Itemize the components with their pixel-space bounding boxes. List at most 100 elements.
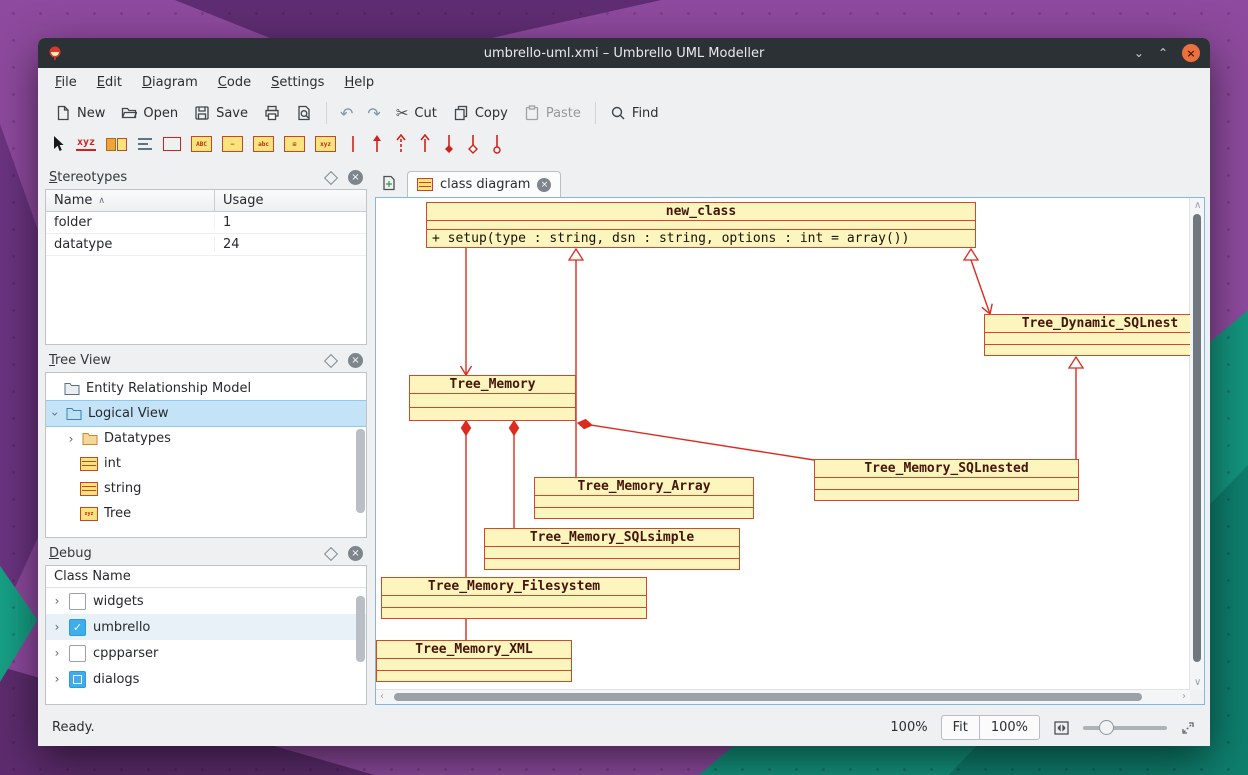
debug-item-umbrello[interactable]: › ✓ umbrello [46,614,366,640]
tool-aggregation-icon[interactable] [466,133,480,155]
tool-association-icon[interactable] [346,134,360,154]
tree-item-entity-relationship-model[interactable]: Entity Relationship Model [46,376,366,401]
zoom-slider[interactable] [1083,726,1167,730]
horizontal-scrollbar-thumb[interactable] [394,693,1142,701]
vertical-scrollbar[interactable]: ∧ ∨ [1189,198,1204,690]
relation-Tree_Memory_Array-to-new_class[interactable] [569,249,583,477]
tool-dependency-icon[interactable] [394,134,408,154]
minimize-icon[interactable]: ⌄ [1134,47,1144,59]
menu-edit[interactable]: Edit [88,72,131,93]
scroll-down-icon[interactable]: ∨ [1194,677,1201,688]
tool-anchor-icon[interactable] [490,133,504,155]
titlebar[interactable]: umbrello-uml.xmi – Umbrello UML Modeller… [38,38,1210,68]
tool-align-icon[interactable] [137,137,153,151]
relation-Tree_Memory-to-Tree_Memory_SQLnested[interactable] [578,420,814,460]
column-header-usage[interactable]: Usage [215,190,366,211]
tool-text-icon[interactable]: xyz [76,137,96,151]
chevron-collapsed-icon[interactable]: › [52,594,62,608]
print-button[interactable] [257,99,287,127]
tool-entity-icon[interactable]: ⊞ [284,136,305,152]
menu-code[interactable]: Code [209,72,260,93]
table-row[interactable]: datatype 24 [46,234,366,256]
scroll-left-icon[interactable]: ‹ [380,691,384,702]
column-header-name[interactable]: Name ∧ [46,190,215,211]
debug-item-widgets[interactable]: › widgets [46,588,366,614]
diagram-canvas[interactable]: new_class+ setup(type : string, dsn : st… [376,198,1190,690]
tool-class-icon[interactable]: ABC [191,136,212,152]
tool-generalization-icon[interactable] [418,134,432,154]
fit-button[interactable]: Fit [942,716,979,739]
tree-item-logical-view[interactable]: › Logical View [46,401,366,426]
menu-file[interactable]: File [46,72,86,93]
uml-class-Tree_Memory_Array[interactable]: Tree_Memory_Array [534,477,754,519]
tool-datatype-icon[interactable]: ― [222,136,243,152]
new-tab-button[interactable] [377,171,401,195]
maximize-icon[interactable]: ⌃ [1158,47,1168,59]
checkbox-partial[interactable] [69,671,86,688]
menu-help[interactable]: Help [335,72,383,93]
float-dock-icon[interactable] [324,170,338,184]
tool-uni-association-icon[interactable] [370,134,384,154]
debug-item-dialogs[interactable]: › dialogs [46,666,366,692]
vertical-scrollbar-thumb[interactable] [1193,214,1201,662]
debug-item-cppparser[interactable]: › cppparser [46,640,366,666]
expand-icon[interactable] [1180,720,1196,736]
chevron-expanded-icon[interactable]: › [48,409,62,419]
close-icon[interactable]: × [1182,44,1200,62]
close-dock-icon[interactable]: × [348,353,363,368]
debug-scrollbar-thumb[interactable] [356,596,365,662]
relation-Tree_Memory_SQLnested-to-Tree_Dynamic_SQLnest[interactable] [1069,357,1083,459]
scroll-up-icon[interactable]: ∧ [1194,200,1201,211]
uml-class-Tree_Memory_XML[interactable]: Tree_Memory_XML [376,640,572,682]
tab-close-icon[interactable]: × [537,178,551,192]
relation-new_class-to-Tree_Dynamic_SQLnest[interactable] [964,249,992,314]
tool-composition-icon[interactable] [442,133,456,155]
tool-category-icon[interactable]: xyz [315,136,336,152]
cut-button[interactable]: ✂ Cut [389,98,444,128]
fit-page-icon[interactable] [1053,720,1070,736]
tool-note-icon[interactable] [106,138,127,151]
tree-item-string[interactable]: string [46,476,366,501]
checkbox-checked[interactable]: ✓ [69,619,86,636]
chevron-collapsed-icon[interactable]: › [52,620,62,634]
class-name-header[interactable]: Class Name [46,566,366,588]
tool-enum-icon[interactable]: abc [253,136,274,152]
uml-class-Tree_Memory_SQLnested[interactable]: Tree_Memory_SQLnested [814,459,1079,501]
copy-button[interactable]: Copy [446,99,515,127]
undo-icon[interactable]: ↶ [334,102,359,125]
relation-Tree_Memory-to-Tree_Memory_SQLsimple[interactable] [510,421,519,528]
checkbox-unchecked[interactable] [69,593,86,610]
table-row[interactable]: folder 1 [46,212,366,234]
float-dock-icon[interactable] [324,546,338,560]
open-button[interactable]: Open [114,99,185,127]
save-button[interactable]: Save [187,99,255,127]
chevron-collapsed-icon[interactable]: › [52,672,62,686]
chevron-collapsed-icon[interactable]: › [66,432,76,446]
float-dock-icon[interactable] [324,353,338,367]
print-preview-button[interactable] [289,99,319,127]
zoom-slider-knob[interactable] [1099,720,1114,735]
uml-class-Tree_Dynamic_SQLnest[interactable]: Tree_Dynamic_SQLnest [984,314,1190,356]
tree-view-scrollbar-thumb[interactable] [356,429,365,513]
tool-box-icon[interactable] [163,137,181,151]
close-dock-icon[interactable]: × [348,170,363,185]
tree-item-int[interactable]: int [46,451,366,476]
menu-diagram[interactable]: Diagram [133,72,207,93]
horizontal-scrollbar[interactable]: ‹ › [376,689,1190,704]
tool-select-icon[interactable] [50,135,66,153]
uml-class-Tree_Memory[interactable]: Tree_Memory [409,375,576,421]
paste-button[interactable]: Paste [517,99,588,127]
tab-class-diagram[interactable]: class diagram × [407,171,561,197]
menu-settings[interactable]: Settings [262,72,333,93]
checkbox-unchecked[interactable] [69,645,86,662]
relation-new_class-to-Tree_Memory[interactable] [461,248,472,375]
new-button[interactable]: New [48,99,112,127]
zoom-100-button[interactable]: 100% [979,716,1039,739]
uml-class-Tree_Memory_SQLsimple[interactable]: Tree_Memory_SQLsimple [484,528,740,570]
uml-class-new_class[interactable]: new_class+ setup(type : string, dsn : st… [426,202,976,248]
find-button[interactable]: Find [603,99,666,127]
tree-item-datatypes[interactable]: › Datatypes [46,426,366,451]
chevron-collapsed-icon[interactable]: › [52,646,62,660]
redo-icon[interactable]: ↷ [361,102,386,125]
scroll-right-icon[interactable]: › [1182,691,1186,702]
